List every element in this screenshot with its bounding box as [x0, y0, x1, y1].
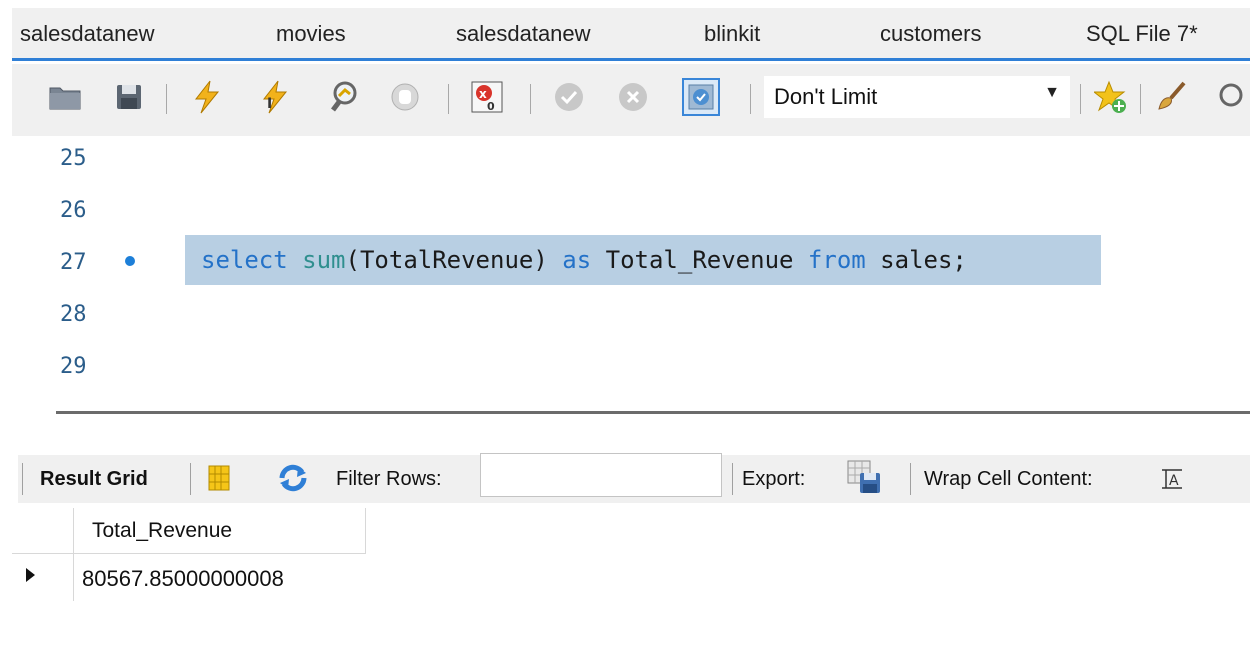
- sql-statement[interactable]: select sum(TotalRevenue) as Total_Revenu…: [201, 246, 967, 274]
- refresh-icon[interactable]: [276, 464, 310, 497]
- wrap-cell-content-label: Wrap Cell Content:: [924, 468, 1093, 490]
- filter-rows-label: Filter Rows:: [336, 468, 442, 490]
- keyword-select: select: [201, 246, 288, 274]
- beautify-icon[interactable]: [1152, 78, 1190, 116]
- limit-rows-value: Don't Limit: [774, 84, 878, 109]
- execute-current-icon[interactable]: I: [256, 78, 294, 116]
- wrap-cell-content-icon[interactable]: A: [1160, 467, 1184, 496]
- tab-blinkit[interactable]: blinkit: [704, 21, 760, 47]
- limit-rows-select[interactable]: Don't Limit ▼: [764, 76, 1070, 118]
- grid-corner: [12, 508, 74, 554]
- export-label: Export:: [742, 468, 806, 490]
- svg-text:0: 0: [487, 100, 495, 113]
- export-icon[interactable]: [846, 459, 884, 500]
- result-grid-tab[interactable]: Result Grid: [40, 468, 148, 491]
- svg-text:A: A: [1169, 473, 1179, 489]
- commit-icon[interactable]: [550, 78, 588, 116]
- workbench-window: salesdatanew movies salesdatanew blinkit…: [0, 0, 1250, 661]
- line-number: 28: [60, 302, 87, 327]
- stop-icon[interactable]: [386, 78, 424, 116]
- search-icon[interactable]: [1216, 78, 1250, 116]
- column-header-label: Total_Revenue: [92, 519, 233, 542]
- keyword-as: as: [562, 246, 592, 274]
- tab-sql-file-7[interactable]: SQL File 7*: [1086, 21, 1198, 47]
- results-toolbar: Result Grid Filter Rows: Export: Wrap Ce…: [18, 453, 1250, 503]
- result-grid: Total_Revenue 80567.85000000008: [12, 508, 372, 601]
- svg-text:x: x: [479, 87, 487, 101]
- open-folder-icon[interactable]: [46, 78, 84, 116]
- column-header[interactable]: Total_Revenue: [74, 508, 366, 554]
- tab-customers[interactable]: customers: [880, 21, 981, 47]
- execute-icon[interactable]: [188, 78, 226, 116]
- line-number: 27: [60, 250, 87, 275]
- line-number: 25: [60, 146, 87, 171]
- form-editor-icon[interactable]: [206, 464, 234, 497]
- line-number: 26: [60, 198, 87, 223]
- tab-salesdatanew-2[interactable]: salesdatanew: [456, 21, 591, 47]
- add-snippet-icon[interactable]: [1092, 78, 1130, 116]
- panel-splitter[interactable]: [56, 411, 1250, 414]
- autocommit-icon[interactable]: [682, 78, 720, 116]
- toggle-error-icon[interactable]: x0: [468, 78, 506, 116]
- explain-icon[interactable]: [324, 78, 362, 116]
- tab-salesdatanew-1[interactable]: salesdatanew: [20, 21, 155, 47]
- tab-movies[interactable]: movies: [276, 21, 346, 47]
- row-indicator[interactable]: [12, 554, 74, 601]
- keyword-from: from: [807, 246, 866, 274]
- query-toolbar: I x0 Don't Limit ▼: [12, 64, 1250, 136]
- chevron-down-icon[interactable]: ▼: [1044, 84, 1060, 102]
- function-sum: sum: [302, 246, 346, 274]
- row-pointer-icon: [26, 568, 35, 582]
- table-cell[interactable]: 80567.85000000008: [82, 566, 284, 592]
- tab-bar: salesdatanew movies salesdatanew blinkit…: [12, 8, 1250, 61]
- save-icon[interactable]: [110, 78, 148, 116]
- column-alias: Total_Revenue: [591, 246, 808, 274]
- statement-marker-icon: [125, 256, 135, 266]
- rollback-icon[interactable]: [614, 78, 652, 116]
- svg-text:I: I: [267, 96, 272, 112]
- sql-editor[interactable]: 25 26 27 28 29 select sum(TotalRevenue) …: [12, 136, 1250, 394]
- function-argument: (TotalRevenue): [345, 246, 563, 274]
- line-number: 29: [60, 354, 87, 379]
- table-name: sales;: [865, 246, 967, 274]
- filter-rows-input[interactable]: [480, 453, 722, 497]
